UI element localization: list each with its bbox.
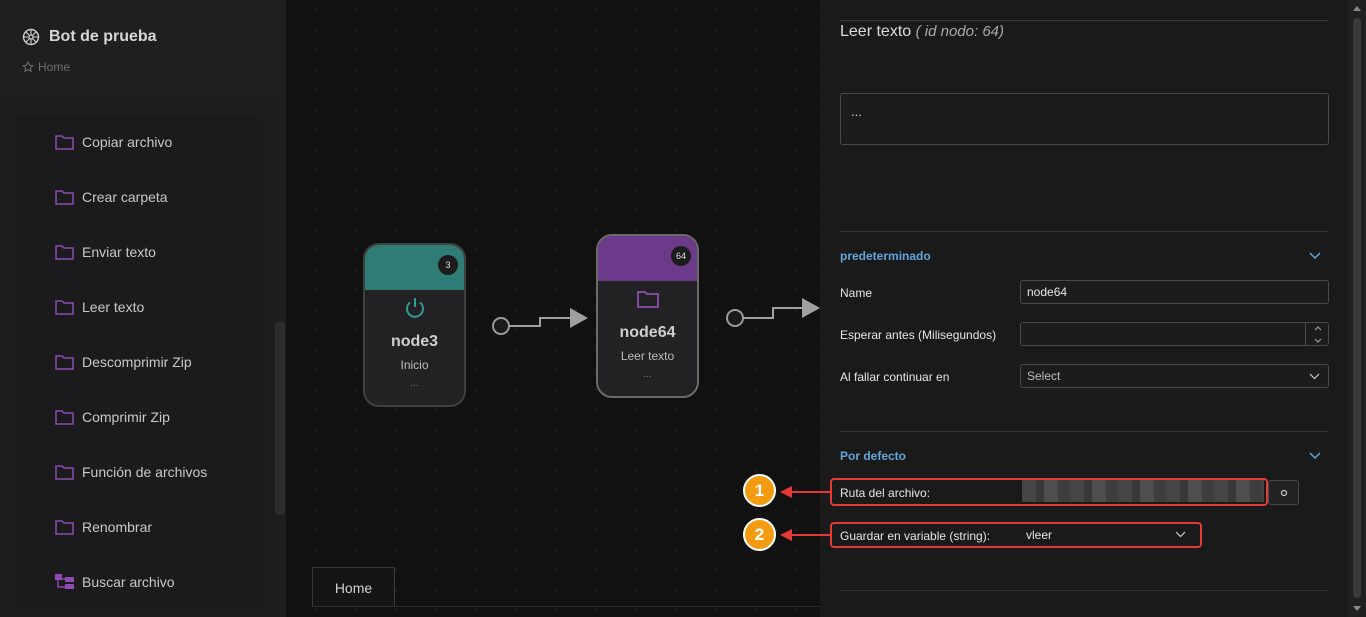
callout-2: 2	[743, 518, 776, 551]
scroll-up-icon[interactable]	[1353, 6, 1361, 11]
callout-arrows	[780, 486, 830, 541]
callout-1: 1	[743, 474, 776, 507]
panel-scrollbar[interactable]	[1348, 0, 1366, 617]
scroll-down-icon[interactable]	[1353, 606, 1361, 611]
scroll-thumb[interactable]	[1353, 18, 1361, 598]
